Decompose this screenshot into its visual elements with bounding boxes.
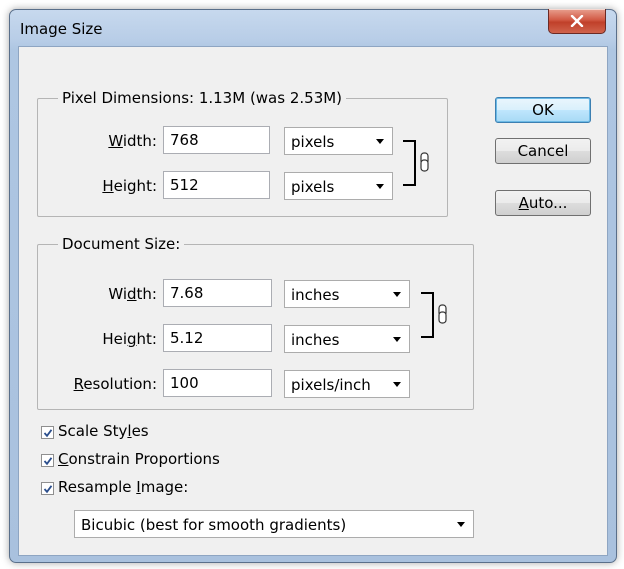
resample-image-checkbox[interactable]: [41, 482, 54, 495]
resolution-unit-select[interactable]: pixels/inch: [284, 370, 410, 398]
scale-styles-label[interactable]: Scale Styles: [58, 422, 149, 440]
doc-height-unit-select[interactable]: inches: [284, 325, 410, 353]
pixel-height-input[interactable]: 512: [163, 171, 270, 199]
resample-image-label[interactable]: Resample Image:: [58, 478, 188, 496]
resolution-unit-value: pixels/inch: [291, 376, 371, 394]
doc-height-label: Height:: [102, 330, 157, 348]
checkmark-icon: [43, 457, 53, 466]
doc-width-label: Width:: [108, 285, 157, 303]
doc-height-input[interactable]: 5.12: [163, 324, 272, 352]
document-size-legend: Document Size:: [62, 235, 181, 253]
constrain-proportions-checkbox[interactable]: [41, 454, 54, 467]
constrain-link-bracket-icon: [403, 140, 429, 186]
title-bar[interactable]: Image Size: [10, 9, 616, 46]
pixel-width-unit-select[interactable]: pixels: [284, 127, 393, 155]
doc-width-input[interactable]: 7.68: [163, 279, 272, 307]
pixel-width-input[interactable]: 768: [163, 126, 270, 154]
pixel-width-unit-value: pixels: [291, 133, 335, 151]
pixel-height-unit-value: pixels: [291, 178, 335, 196]
auto-button[interactable]: Auto...: [495, 190, 591, 216]
ok-button[interactable]: OK: [495, 97, 591, 123]
resolution-input[interactable]: 100: [163, 369, 272, 397]
checkmark-icon: [43, 429, 53, 438]
scale-styles-checkbox[interactable]: [41, 426, 54, 439]
dialog-window: Image Size Pixel Dimensions: 1.13M (was …: [9, 9, 617, 563]
pixel-height-unit-select[interactable]: pixels: [284, 172, 393, 200]
pixel-dimensions-legend: Pixel Dimensions: 1.13M (was 2.53M): [62, 89, 343, 107]
constrain-link-bracket-icon: [421, 292, 447, 338]
doc-width-unit-select[interactable]: inches: [284, 280, 410, 308]
chevron-down-icon: [393, 337, 401, 342]
resolution-label: Resolution:: [73, 375, 157, 393]
cancel-button[interactable]: Cancel: [495, 138, 591, 164]
doc-height-unit-value: inches: [291, 331, 340, 349]
checkmark-icon: [43, 485, 53, 494]
close-button[interactable]: [548, 9, 606, 34]
chevron-down-icon: [376, 184, 384, 189]
doc-width-unit-value: inches: [291, 286, 340, 304]
chevron-down-icon: [393, 382, 401, 387]
chevron-down-icon: [376, 139, 384, 144]
resample-method-select[interactable]: Bicubic (best for smooth gradients): [74, 510, 474, 538]
dialog-client-area: Pixel Dimensions: 1.13M (was 2.53M) Widt…: [18, 46, 608, 556]
window-title: Image Size: [20, 20, 103, 38]
chevron-down-icon: [393, 292, 401, 297]
pixel-width-label: Width:: [108, 132, 157, 150]
resample-method-value: Bicubic (best for smooth gradients): [81, 516, 347, 534]
chevron-down-icon: [457, 522, 465, 527]
constrain-proportions-label[interactable]: Constrain Proportions: [58, 450, 220, 468]
pixel-height-label: Height:: [102, 177, 157, 195]
close-icon: [570, 15, 584, 27]
